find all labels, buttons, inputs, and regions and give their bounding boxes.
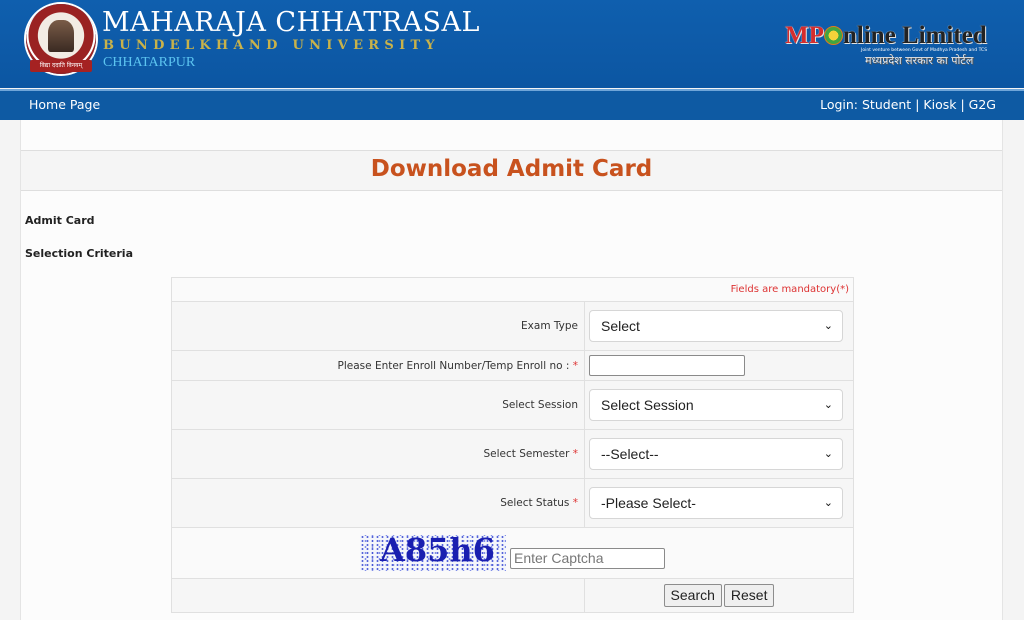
semester-select[interactable]: --Select-- ⌄: [589, 438, 843, 470]
required-star: *: [572, 359, 578, 372]
form-row-session: Select Session Select Session ⌄: [171, 380, 854, 430]
logo-ribbon: विद्या ददाति विनयम्: [30, 60, 92, 72]
captcha-text: A85h6: [380, 535, 495, 569]
university-city: CHHATARPUR: [103, 55, 196, 70]
form-row-exam-type: Exam Type Select ⌄: [171, 301, 854, 351]
session-label: Select Session: [171, 380, 585, 430]
nav-separator: |: [915, 97, 920, 112]
emblem-figure-icon: [48, 20, 74, 52]
exam-type-cell: Select ⌄: [584, 301, 854, 351]
exam-type-label-text: Exam Type: [521, 320, 578, 332]
required-star: *: [572, 448, 578, 460]
captcha-input[interactable]: Enter Captcha: [510, 548, 665, 569]
admit-card-form: Fields are mandatory(*) Exam Type Select…: [171, 277, 854, 613]
university-name: MAHARAJA CHHATRASAL: [102, 7, 480, 38]
title-band: Download Admit Card: [21, 150, 1002, 191]
form-row-semester: Select Semester * --Select-- ⌄: [171, 429, 854, 479]
mponline-hindi: मध्यप्रदेश सरकार का पोर्टल: [865, 54, 974, 67]
mponline-suffix: nline Limited: [842, 22, 987, 49]
mponline-logo[interactable]: MP nline Limited Joint venture between Go…: [785, 22, 1005, 70]
status-value: -Please Select-: [601, 495, 696, 511]
site-header: विद्या ददाति विनयम् MAHARAJA CHHATRASAL …: [0, 0, 1024, 88]
section-selection-criteria: Selection Criteria: [25, 247, 133, 260]
semester-cell: --Select-- ⌄: [584, 429, 854, 479]
semester-value: --Select--: [601, 446, 659, 462]
session-value: Select Session: [601, 397, 694, 413]
session-select[interactable]: Select Session ⌄: [589, 389, 843, 421]
login-links: Login: Student | Kiosk | G2G: [820, 97, 996, 112]
form-row-status: Select Status * -Please Select- ⌄: [171, 478, 854, 528]
session-label-text: Select Session: [502, 399, 578, 411]
form-row-captcha: A85h6 Enter Captcha: [171, 527, 854, 579]
university-subtitle: BUNDELKHAND UNIVERSITY: [103, 38, 441, 53]
status-cell: -Please Select- ⌄: [584, 478, 854, 528]
enroll-cell: [584, 350, 854, 381]
mandatory-note: Fields are mandatory(*): [171, 277, 854, 302]
top-nav: Home Page Login: Student | Kiosk | G2G: [0, 89, 1024, 120]
captcha-group: A85h6 Enter Captcha: [172, 535, 853, 571]
mponline-title: MP nline Limited: [785, 22, 987, 50]
captcha-image: A85h6: [360, 535, 506, 571]
globe-icon: [823, 26, 843, 45]
buttons-spacer: [171, 578, 585, 613]
status-label: Select Status *: [171, 478, 585, 528]
reset-button[interactable]: Reset: [723, 584, 775, 607]
status-label-text: Select Status: [500, 497, 570, 509]
form-row-enroll: Please Enter Enroll Number/Temp Enroll n…: [171, 350, 854, 381]
section-admit-card: Admit Card: [25, 214, 95, 227]
exam-type-select[interactable]: Select ⌄: [589, 310, 843, 342]
main-content: Download Admit Card Admit Card Selection…: [20, 120, 1003, 620]
nav-link-kiosk[interactable]: Kiosk: [923, 97, 956, 112]
chevron-down-icon: ⌄: [823, 448, 833, 460]
buttons-cell: Search Reset: [584, 578, 854, 613]
required-star: *: [572, 497, 578, 509]
nav-home-link[interactable]: Home Page: [29, 97, 100, 112]
nav-link-g2g[interactable]: G2G: [969, 97, 996, 112]
university-logo[interactable]: विद्या ददाति विनयम्: [26, 4, 96, 74]
semester-label: Select Semester *: [171, 429, 585, 479]
search-button[interactable]: Search: [663, 584, 722, 607]
mponline-prefix: MP: [785, 22, 824, 49]
exam-type-label: Exam Type: [171, 301, 585, 351]
mandatory-row: Fields are mandatory(*): [171, 277, 854, 302]
enroll-label: Please Enter Enroll Number/Temp Enroll n…: [171, 350, 585, 381]
login-prefix: Login:: [820, 97, 859, 112]
semester-label-text: Select Semester: [483, 448, 570, 460]
chevron-down-icon: ⌄: [823, 399, 833, 411]
nav-separator: |: [960, 97, 965, 112]
enroll-number-input[interactable]: [589, 355, 745, 376]
form-row-buttons: Search Reset: [171, 578, 854, 613]
nav-link-student[interactable]: Student: [862, 97, 911, 112]
chevron-down-icon: ⌄: [823, 320, 833, 332]
session-cell: Select Session ⌄: [584, 380, 854, 430]
exam-type-value: Select: [601, 318, 640, 334]
captcha-cell: A85h6 Enter Captcha: [171, 527, 854, 579]
enroll-label-text: Please Enter Enroll Number/Temp Enroll n…: [337, 359, 570, 372]
chevron-down-icon: ⌄: [823, 497, 833, 509]
page-title: Download Admit Card: [370, 156, 653, 182]
status-select[interactable]: -Please Select- ⌄: [589, 487, 843, 519]
